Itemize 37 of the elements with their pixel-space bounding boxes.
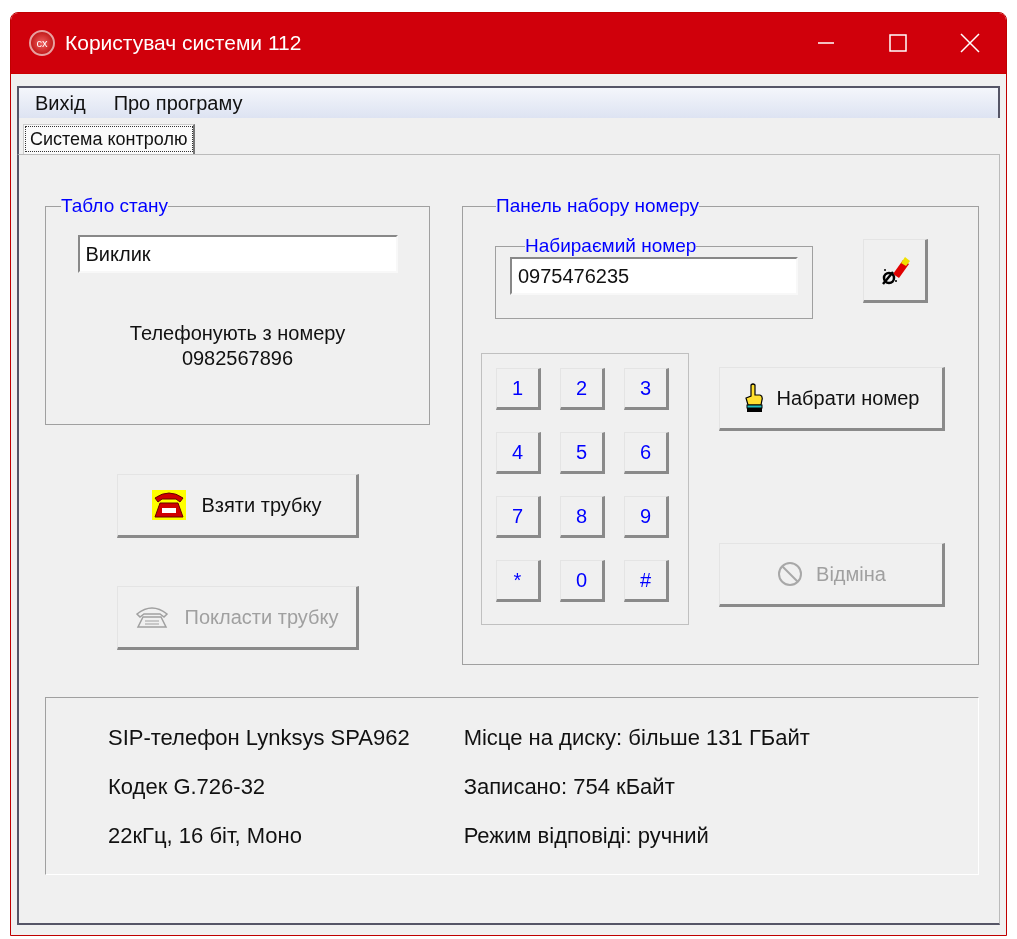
key-button[interactable]: 7 [496,496,541,538]
app-icon: cx [29,30,55,56]
info-text: Режим відповіді: ручний [463,822,710,849]
clear-button[interactable] [863,239,928,303]
caller-number: 0982567896 [181,346,294,371]
info-text: 22кГц, 16 біт, Моно [108,822,303,849]
menu-item[interactable]: Вихід [35,91,86,115]
key-button[interactable]: 2 [560,368,605,410]
group-title: Табло стану [61,195,169,217]
no-entry-icon [776,560,805,588]
key-button[interactable]: 9 [624,496,669,538]
key-button[interactable]: 0 [560,560,605,602]
key-button[interactable]: 3 [624,368,669,410]
phone-icon [134,605,169,629]
key-button[interactable]: # [624,560,669,602]
info-text: Записано: 754 кБайт [463,773,676,800]
hand-icon [742,383,765,413]
key-button[interactable]: 4 [496,432,541,474]
dial-button[interactable]: Набрати номер [719,367,945,431]
key-button[interactable]: * [496,560,541,602]
group-title: Набираємий номер [525,235,697,257]
key-button[interactable]: 1 [496,368,541,410]
info-text: SIP-телефон Lynksys SPA962 [108,724,410,751]
info-text: Кодек G.726-32 [108,773,267,800]
pick-up-button[interactable]: Взяти трубку [116,474,359,538]
number-field[interactable]: 0975476235 [510,257,798,295]
caller-message: Телефонують з номеру [129,321,346,346]
key-button[interactable]: 5 [560,432,605,474]
group-title: Панель набору номеру [496,195,700,217]
status-field[interactable]: Виклик [77,235,398,273]
tab[interactable]: Система контролю [23,124,196,154]
key-button[interactable]: 8 [560,496,605,538]
menu-item[interactable]: Про програму [113,91,243,115]
window-title: Користувач системи 112 [65,31,303,55]
phone-icon [151,490,186,520]
key-button[interactable]: 6 [624,432,669,474]
info-text: Місце на диску: більше 131 ГБайт [463,724,810,751]
